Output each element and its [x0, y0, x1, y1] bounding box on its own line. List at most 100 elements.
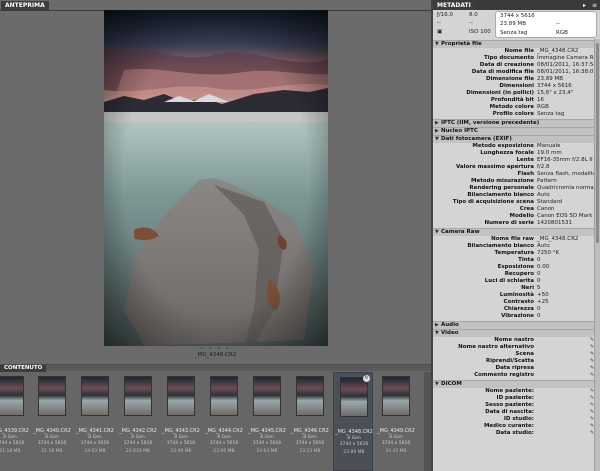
- metadata-key: Dimensione file: [485, 76, 534, 82]
- metadata-key: Numero di serie: [484, 220, 534, 226]
- thumbnail-rating: 8 Gen: [45, 435, 59, 440]
- section-label: IPTC (IIM, versione precedente): [441, 120, 540, 126]
- thumbnail-rating: 8 Gen: [303, 435, 317, 440]
- section-file-properties[interactable]: ▼ Proprietà file: [433, 40, 596, 48]
- thumbnail-filesize: 23.89 MB: [343, 450, 365, 455]
- section-iptc-core[interactable]: ▶ Nucleo IPTC: [433, 127, 596, 135]
- thumbnail-dimensions: 3744 x 5616: [209, 441, 239, 446]
- thumbnail-item[interactable]: _MG_4341.CR2 8 Gen 3744 x 5616 24.03 MB: [75, 372, 115, 471]
- thumbnail-item[interactable]: _MG_4348.CR2 8 Gen 3744 x 5616 23.89 MB ↻: [333, 372, 373, 471]
- metadata-key: Rendering personale: [469, 185, 534, 191]
- panel-menu-icon[interactable]: ▸ ≡: [583, 2, 599, 9]
- metadata-row: Medico curante: ✎: [433, 423, 596, 430]
- thumbnail-item[interactable]: _MG_4343.CR2 8 Gen 3744 x 5616 23.49 MB: [161, 372, 201, 471]
- metadata-key: Lunghezza focale: [480, 150, 534, 156]
- metadata-key: Nome file: [504, 48, 534, 54]
- refresh-icon[interactable]: ↻: [363, 375, 370, 382]
- metadata-key: Metodo misurazione: [471, 178, 534, 184]
- thumbnail-filesize: 24.03 MB: [84, 449, 106, 454]
- thumbnail-item[interactable]: _MG_4349.CR2 8 Gen 3744 x 5616 24.43 MB: [376, 372, 416, 471]
- thumbnail-image: [382, 376, 410, 416]
- metadata-row: ID studio: ✎: [433, 416, 596, 423]
- metadata-value: 0: [537, 257, 541, 263]
- metadata-key: Nome nastro alternativo: [458, 344, 534, 350]
- section-iptc[interactable]: ▶ IPTC (IIM, versione precedente): [433, 119, 596, 127]
- aperture-value: ƒ/16.0: [437, 12, 454, 18]
- thumbnail-filesize: 21.18 MB: [0, 449, 21, 454]
- thumbnail-filename: _MG_4341.CR2: [76, 428, 114, 434]
- preview-photo: [104, 10, 328, 346]
- tab-content[interactable]: CONTENUTO: [0, 365, 47, 372]
- metadata-key: Luci di schiarita: [484, 278, 534, 284]
- metadata-key: Data di nascita:: [485, 409, 534, 415]
- metadata-value: 0: [537, 313, 541, 319]
- thumbnail-filesize: 23.60 MB: [213, 449, 235, 454]
- thumbnail-image: [210, 376, 238, 416]
- preview-caption: _MG_4348.CR2: [194, 352, 237, 358]
- thumbnail-filename: _MG_4342.CR2: [119, 428, 157, 434]
- metadata-value: Immagine Camera Raw: [537, 55, 600, 61]
- metadata-value: Senza tag: [537, 111, 565, 117]
- thumbnail-dimensions: 3744 x 5616: [295, 441, 325, 446]
- thumbnail-dimensions: 3744 x 5616: [252, 441, 282, 446]
- metadata-key: Nome file raw: [491, 236, 534, 242]
- metadata-value: 15,6" x 23,4": [537, 90, 574, 96]
- thumbnail-item[interactable]: _MG_4345.CR2 8 Gen 3744 x 5616 24.63 MB: [247, 372, 287, 471]
- summary-dpi: --: [556, 21, 560, 27]
- thumbnail-dimensions: 3744 x 5616: [123, 441, 153, 446]
- content-scrollbar[interactable]: [424, 372, 431, 471]
- metadata-row: Metodo esposizione Manuale: [433, 143, 596, 150]
- metadata-row: Rendering personale Quadricromia normale: [433, 185, 598, 192]
- metadata-value: Canon EOS 5D Mark II: [537, 213, 598, 219]
- metadata-scroll-thumb[interactable]: [596, 43, 599, 243]
- metadata-row: Crea Canon: [433, 206, 596, 213]
- metadata-value: 1420801531: [537, 220, 572, 226]
- metadata-row: Recupero 0: [433, 271, 596, 278]
- metadata-value: +25: [537, 299, 549, 305]
- metadata-value: 7250 °K: [537, 250, 560, 256]
- section-exif[interactable]: ▼ Dati fotocamera (EXIF): [433, 135, 596, 143]
- metadata-key: Bilanciamento bianco: [467, 192, 534, 198]
- metadata-value: RGB: [537, 104, 549, 110]
- section-camera-raw[interactable]: ▼ Camera Raw: [433, 228, 596, 236]
- thumbnail-item[interactable]: _MG_4344.CR2 8 Gen 3744 x 5616 23.60 MB: [204, 372, 244, 471]
- thumbnail-item[interactable]: _MG_4339.CR28 Gen3744 x 5616 21.18 MB: [0, 372, 30, 471]
- metadata-row: Commento registro ✎: [433, 372, 596, 379]
- metadata-row: Luminosità +50: [433, 292, 596, 299]
- section-audio[interactable]: ▶ Audio: [433, 321, 596, 329]
- thumbnail-image: [81, 376, 109, 416]
- metadata-row: Data di modifica file 08/01/2011, 16:38:0…: [433, 69, 597, 76]
- thumbnail-filename: _MG_4346.CR2: [291, 428, 329, 434]
- thumbnail-item[interactable]: _MG_4342.CR2 8 Gen 3744 x 5616 24.610 MB: [118, 372, 158, 471]
- metadata-scrollbar[interactable]: [594, 39, 600, 471]
- metadata-value: Auto: [537, 243, 550, 249]
- metadata-key: Valore massimo apertura: [455, 164, 534, 170]
- metadata-key: Data ripresa: [495, 365, 535, 371]
- metadata-row: Dimensione file 23.89 MB: [433, 76, 596, 83]
- metadata-row: Profilo colore Senza tag: [433, 111, 596, 118]
- tab-preview[interactable]: ANTEPRIMA: [1, 1, 49, 10]
- tab-metadata[interactable]: METADATI: [433, 1, 475, 10]
- metadata-key: Vibrazione: [501, 313, 534, 319]
- metadata-key: Chiarezza: [503, 306, 534, 312]
- metadata-value: Pattern: [537, 178, 557, 184]
- section-label: Camera Raw: [441, 229, 480, 235]
- iso-value: ISO 100: [469, 29, 491, 35]
- thumbnail-item[interactable]: _MG_4346.CR2 8 Gen 3744 x 5616 23.13 MB: [290, 372, 330, 471]
- section-video[interactable]: ▼ Video: [433, 329, 596, 337]
- thumbnail-item[interactable]: _MG_4340.CR2 8 Gen 3744 x 5616 21.18 MB: [32, 372, 72, 471]
- metadata-row: Nome nastro ✎: [433, 337, 596, 344]
- metadata-value: 5: [537, 285, 541, 291]
- thumbnail-rating: 8 Gen: [3, 435, 17, 440]
- metadata-value: +50: [537, 292, 549, 298]
- metadata-row: Data ripresa ✎: [433, 365, 596, 372]
- thumbnail-filesize: 24.610 MB: [125, 449, 151, 454]
- metadata-key: Riprendi/Scatta: [485, 358, 534, 364]
- thumbnail-dimensions: 3744 x 5616: [339, 442, 369, 447]
- exposure-value: 8.0: [469, 12, 478, 18]
- thumbnail-rating: 8 Gen: [347, 436, 361, 441]
- section-dicom[interactable]: ▼ DICOM: [433, 380, 596, 388]
- thumbnail-dimensions: 3744 x 5616: [0, 441, 25, 446]
- thumbnail-image: [38, 376, 66, 416]
- preview-image[interactable]: [104, 10, 328, 346]
